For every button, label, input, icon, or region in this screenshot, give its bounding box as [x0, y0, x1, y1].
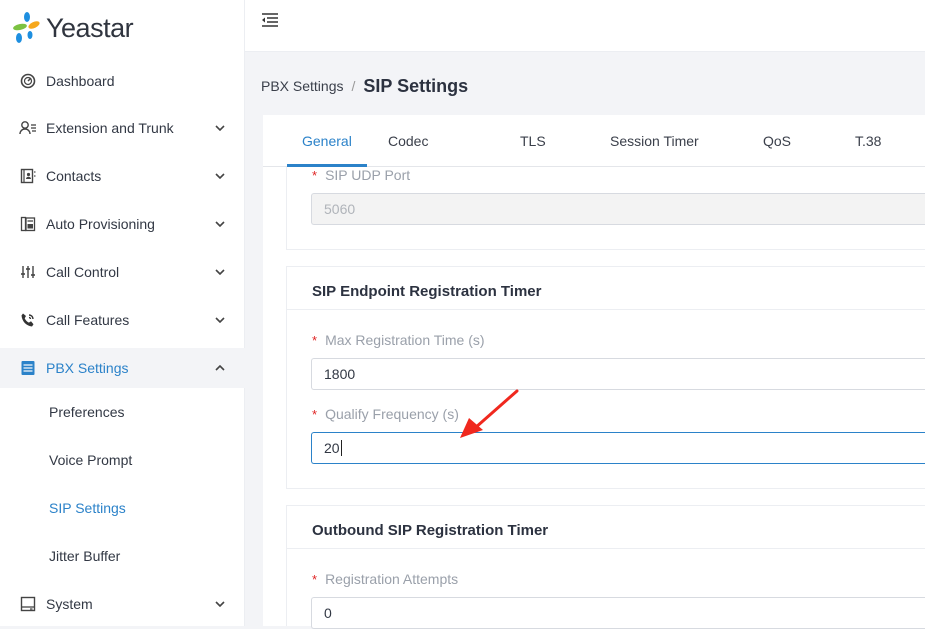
sip-udp-port-input[interactable]: 5060 — [311, 193, 925, 225]
chevron-down-icon — [213, 217, 227, 231]
required-marker: * — [312, 168, 318, 183]
collapse-menu-icon[interactable] — [261, 12, 279, 30]
section-title: SIP Endpoint Registration Timer — [312, 283, 542, 300]
section-title: Outbound SIP Registration Timer — [312, 522, 549, 539]
monitor-icon — [19, 595, 37, 613]
section-divider — [287, 309, 925, 310]
required-marker: * — [312, 407, 318, 422]
required-marker: * — [312, 333, 318, 348]
input-value: 5060 — [324, 201, 356, 217]
max-registration-time-label: * Max Registration Time (s) — [312, 332, 485, 348]
sidebar-item-label: Call Control — [46, 264, 120, 280]
sidebar-item-contacts[interactable]: Contacts — [0, 156, 245, 196]
sidebar-item-extension-and-trunk[interactable]: Extension and Trunk — [0, 108, 245, 148]
breadcrumb: PBX Settings / SIP Settings — [261, 72, 468, 100]
sidebar-item-auto-provisioning[interactable]: Auto Provisioning — [0, 204, 245, 244]
chevron-down-icon — [213, 169, 227, 183]
tab-session-timer[interactable]: Session Timer — [610, 133, 699, 149]
sidebar-subitem-preferences[interactable]: Preferences — [0, 392, 245, 432]
sidebar-subitem-label: Voice Prompt — [49, 452, 133, 468]
max-registration-time-input[interactable]: 1800 — [311, 358, 925, 390]
provisioning-icon — [19, 215, 37, 233]
sidebar-item-system[interactable]: System — [0, 584, 245, 624]
yeastar-logo[interactable]: Yeastar — [12, 8, 134, 48]
qualify-frequency-label: * Qualify Frequency (s) — [312, 406, 459, 422]
registration-attempts-input[interactable]: 0 — [311, 597, 925, 629]
chevron-down-icon — [213, 265, 227, 279]
sidebar-subitem-label: Jitter Buffer — [49, 548, 121, 564]
phone-icon — [19, 311, 37, 329]
breadcrumb-separator: / — [351, 78, 356, 94]
sidebar-item-label: Dashboard — [46, 73, 115, 89]
sidebar-item-call-features[interactable]: Call Features — [0, 300, 245, 340]
breadcrumb-parent-link[interactable]: PBX Settings — [261, 78, 344, 94]
input-value: 20 — [324, 440, 340, 456]
sidebar-item-label: Call Features — [46, 312, 130, 328]
user-list-icon — [19, 119, 37, 137]
sliders-icon — [19, 263, 37, 281]
section-divider — [287, 548, 925, 549]
sidebar-item-label: System — [46, 596, 93, 612]
sidebar-item-label: Extension and Trunk — [46, 120, 174, 136]
sidebar-subitem-label: SIP Settings — [49, 500, 126, 516]
server-icon — [19, 359, 37, 377]
tab-general[interactable]: General — [302, 133, 352, 149]
sidebar-subitem-voice-prompt[interactable]: Voice Prompt — [0, 440, 245, 480]
sip-udp-port-label: * SIP UDP Port — [312, 167, 410, 183]
registration-attempts-label: * Registration Attempts — [312, 571, 458, 587]
contacts-icon — [19, 167, 37, 185]
tab-codec[interactable]: Codec — [388, 133, 428, 149]
input-value: 0 — [324, 605, 332, 621]
input-value: 1800 — [324, 366, 356, 382]
sidebar-subitem-label: Preferences — [49, 404, 125, 420]
chevron-up-icon — [213, 361, 227, 375]
tab-tls[interactable]: TLS — [520, 133, 546, 149]
required-marker: * — [312, 572, 318, 587]
text-cursor — [340, 440, 342, 456]
page-title: SIP Settings — [363, 75, 469, 96]
sidebar: Yeastar Dashboard Extension and Trunk Co… — [0, 0, 245, 626]
chevron-down-icon — [213, 121, 227, 135]
chevron-down-icon — [213, 597, 227, 611]
chevron-down-icon — [213, 313, 227, 327]
yeastar-logo-icon — [13, 12, 40, 43]
tab-qos[interactable]: QoS — [763, 133, 791, 149]
field-label-text: Registration Attempts — [325, 571, 459, 587]
sidebar-item-call-control[interactable]: Call Control — [0, 252, 245, 292]
sidebar-subitem-jitter-buffer[interactable]: Jitter Buffer — [0, 536, 245, 576]
tab-t38[interactable]: T.38 — [855, 133, 881, 149]
brand-name: Yeastar — [46, 12, 134, 43]
field-label-text: Max Registration Time (s) — [325, 332, 485, 348]
sidebar-item-label: Auto Provisioning — [46, 216, 155, 232]
field-label-text: SIP UDP Port — [325, 167, 411, 183]
dashboard-icon — [19, 72, 37, 90]
sidebar-item-label: PBX Settings — [46, 360, 129, 376]
sidebar-item-pbx-settings[interactable]: PBX Settings — [0, 348, 245, 388]
top-bar — [245, 0, 925, 52]
sidebar-item-label: Contacts — [46, 168, 102, 184]
qualify-frequency-input[interactable]: 20 — [311, 432, 925, 464]
sidebar-item-dashboard[interactable]: Dashboard — [0, 61, 245, 101]
sidebar-subitem-sip-settings[interactable]: SIP Settings — [0, 488, 245, 528]
field-label-text: Qualify Frequency (s) — [325, 406, 459, 422]
tab-bar: General Codec TLS Session Timer QoS T.38 — [263, 115, 925, 167]
